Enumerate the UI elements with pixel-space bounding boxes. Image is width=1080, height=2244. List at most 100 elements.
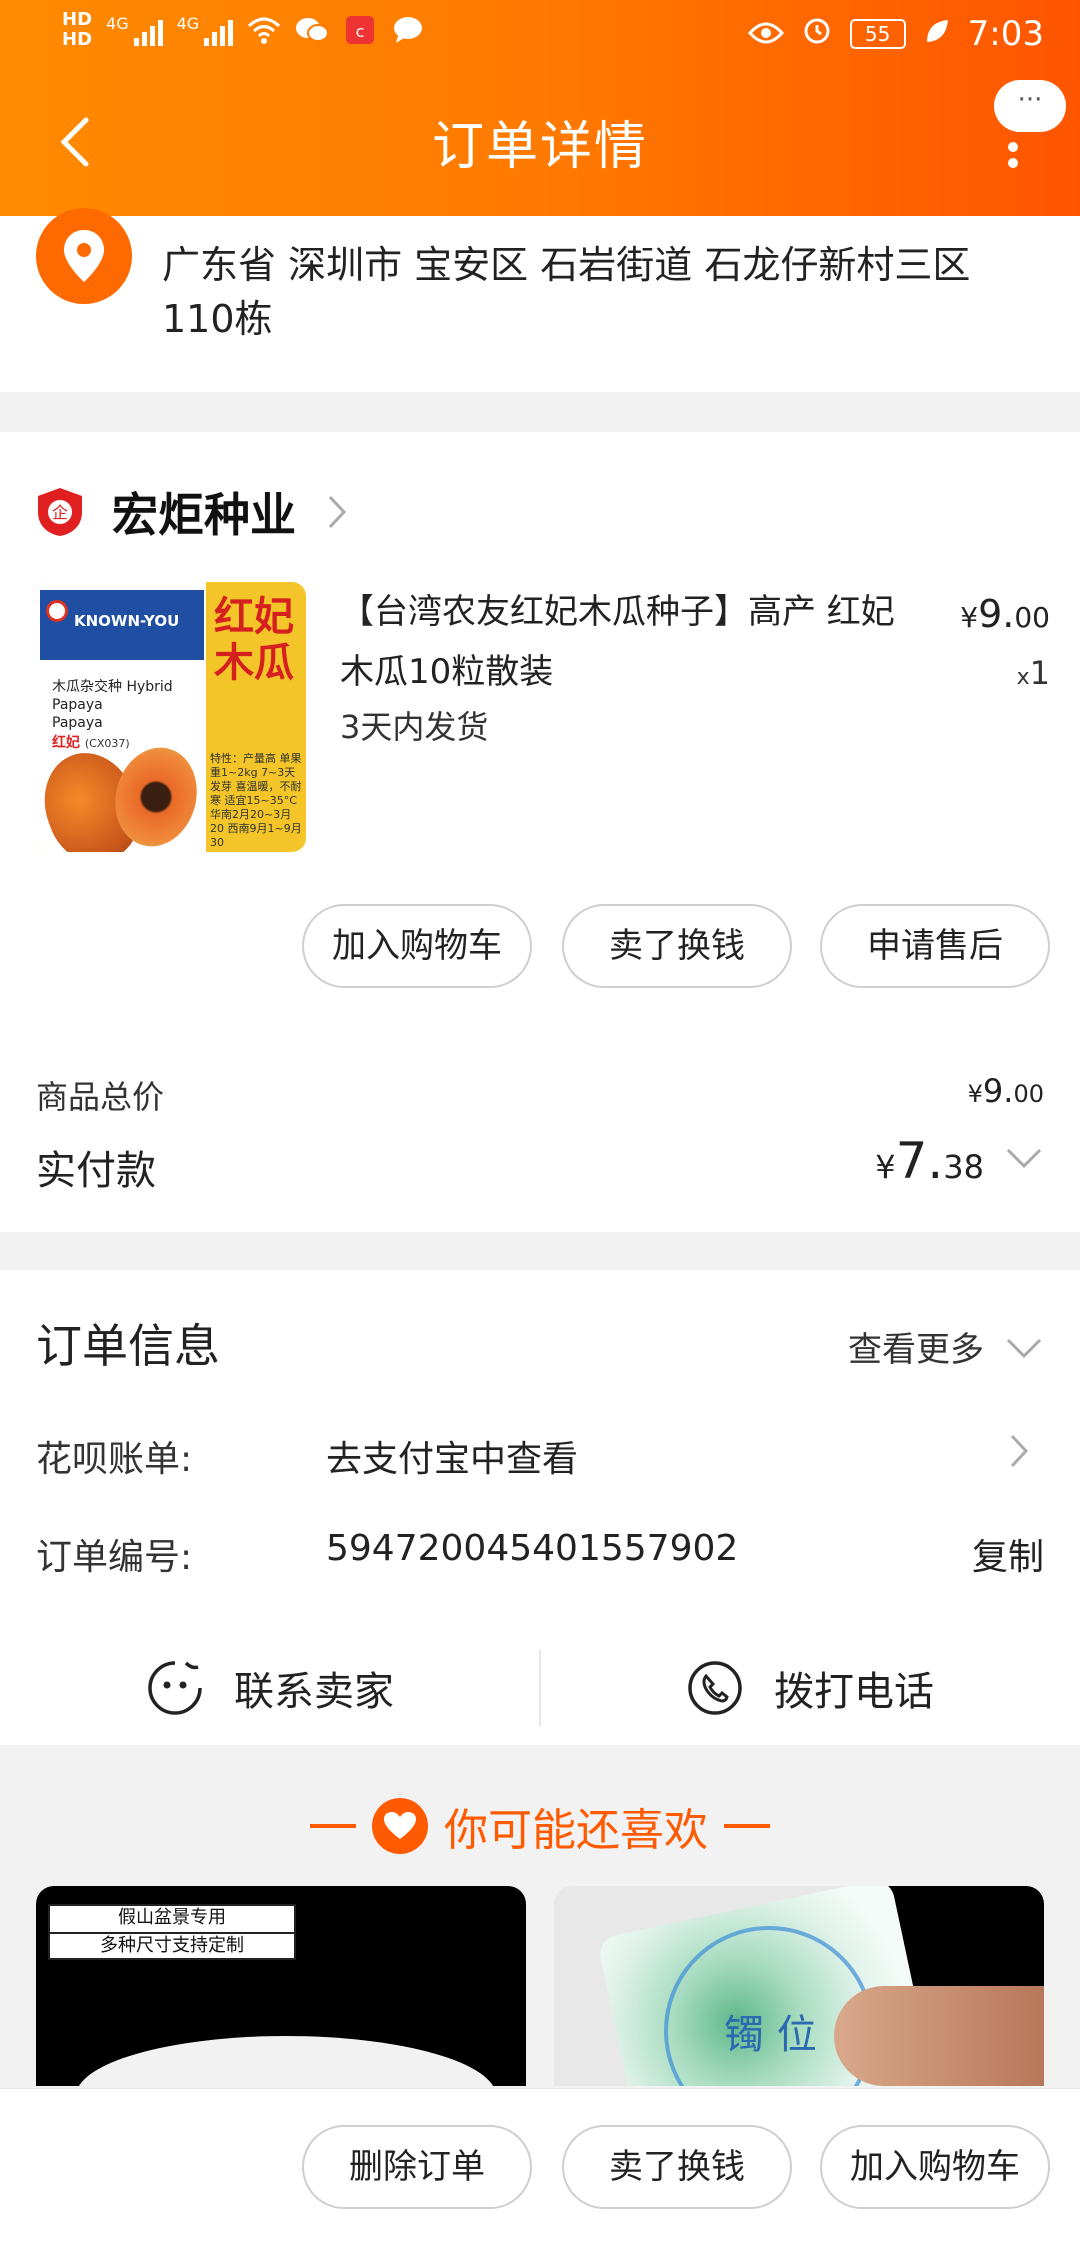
copy-button[interactable]: 复制 bbox=[972, 1528, 1044, 1580]
contact-bar: 联系卖家 拨打电话 bbox=[0, 1630, 1080, 1745]
clock-time: 7:03 bbox=[967, 14, 1044, 54]
bottom-action-bar: 删除订单 卖了换钱 加入购物车 bbox=[0, 2088, 1080, 2244]
product-image[interactable]: KNOWN-YOU 木瓜杂交种 Hybrid Papaya Papaya 红妃 … bbox=[36, 582, 306, 852]
product-title[interactable]: 【台湾农友红妃木瓜种子】高产 红妃木瓜10粒散装 bbox=[340, 582, 900, 702]
contact-seller-button[interactable]: 联系卖家 bbox=[0, 1630, 540, 1745]
goods-total-integer: 9. bbox=[982, 1072, 1014, 1110]
recommend-card[interactable]: 假山盆景专用 多种尺寸支持定制 bbox=[36, 1886, 526, 2086]
product-tag-2: 多种尺寸支持定制 bbox=[50, 1932, 294, 1958]
product-brand: KNOWN-YOU bbox=[74, 612, 180, 630]
add-to-cart-button[interactable]: 加入购物车 bbox=[302, 904, 532, 988]
nav-bar: 订单详情 ··· bbox=[0, 74, 1080, 216]
product-kind: 木瓜杂交种 Hybrid Papaya Papaya bbox=[52, 678, 206, 732]
decor-line-right bbox=[724, 1824, 770, 1828]
order-detail-page: HD HD 4G 4G c 55 7:03 订单详情 ··· 广东省 深圳市 宝… bbox=[0, 0, 1080, 2244]
goods-total-decimal: 00 bbox=[1013, 1080, 1044, 1108]
quantity-x: x bbox=[1016, 665, 1030, 690]
view-more-link[interactable]: 查看更多 bbox=[848, 1322, 984, 1371]
chevron-down-icon[interactable] bbox=[1004, 1336, 1044, 1362]
chevron-right-icon bbox=[328, 495, 347, 529]
address-text: 广东省 深圳市 宝安区 石岩街道 石龙仔新村三区 110栋 bbox=[162, 243, 971, 341]
hd2-label: HD bbox=[62, 29, 93, 50]
order-info-section: 订单信息 查看更多 花呗账单: 去支付宝中查看 订单编号: 5947200454… bbox=[0, 1270, 1080, 1745]
call-phone-label: 拨打电话 bbox=[774, 1668, 934, 1715]
more-menu-bubble[interactable]: ··· bbox=[994, 80, 1066, 132]
network1-label: 4G bbox=[106, 14, 129, 33]
price-decimal: 00 bbox=[1014, 601, 1050, 634]
chevron-right-icon[interactable] bbox=[1008, 1432, 1030, 1470]
message-icon bbox=[391, 15, 425, 45]
signal-icon: 4G bbox=[106, 14, 163, 46]
product-price: ¥9.00 bbox=[960, 592, 1050, 636]
order-info-title: 订单信息 bbox=[36, 1319, 220, 1373]
product-brand-banner: KNOWN-YOU bbox=[40, 590, 204, 660]
phone-icon bbox=[688, 1660, 742, 1715]
recommend-title: 你可能还喜欢 bbox=[444, 1805, 708, 1856]
wechat-icon bbox=[295, 15, 330, 45]
goods-total-currency: ¥ bbox=[967, 1080, 983, 1108]
product-features: 特性：产量高 单果重1~2kg 7~3天发芽 喜温暖，不耐寒 适宜15~35°C… bbox=[210, 752, 302, 849]
heart-icon bbox=[372, 1798, 428, 1854]
product-variety-name: 红妃 bbox=[52, 735, 80, 751]
product-tag-box: 假山盆景专用 多种尺寸支持定制 bbox=[48, 1904, 296, 1960]
huabei-label: 花呗账单: bbox=[36, 1439, 193, 1480]
shop-name: 宏炬种业 bbox=[112, 488, 296, 542]
product-quantity: x1 bbox=[1017, 654, 1050, 692]
call-phone-button[interactable]: 拨打电话 bbox=[540, 1630, 1080, 1745]
add-to-cart-button[interactable]: 加入购物车 bbox=[820, 2125, 1050, 2209]
price-integer: 9. bbox=[978, 592, 1015, 636]
product-name-en: Papaya bbox=[52, 715, 103, 731]
chat-face-icon bbox=[148, 1660, 202, 1715]
battery-level: 55 bbox=[864, 22, 891, 46]
goods-total-label: 商品总价 bbox=[36, 1078, 165, 1116]
paid-amount-value: ¥7.38 bbox=[875, 1132, 984, 1190]
price-currency: ¥ bbox=[960, 601, 979, 634]
header: HD HD 4G 4G c 55 7:03 订单详情 ··· bbox=[0, 0, 1080, 216]
after-sale-button[interactable]: 申请售后 bbox=[820, 904, 1050, 988]
address-section[interactable]: 广东省 深圳市 宝安区 石岩街道 石龙仔新村三区 110栋 bbox=[0, 208, 1080, 392]
status-bar: HD HD 4G 4G c 55 7:03 bbox=[0, 0, 1080, 74]
brand-logo-icon bbox=[46, 600, 68, 622]
contact-seller-label: 联系卖家 bbox=[234, 1668, 394, 1715]
paid-amount-label: 实付款 bbox=[36, 1148, 156, 1194]
alarm-icon bbox=[802, 14, 832, 54]
order-card: 企 宏炬种业 KNOWN-YOU 木瓜杂交种 Hybrid Papaya Pap… bbox=[0, 432, 1080, 1232]
paid-amount-currency: ¥ bbox=[875, 1148, 896, 1186]
chevron-down-icon[interactable] bbox=[1004, 1146, 1044, 1172]
goods-total-value: ¥9.00 bbox=[968, 1072, 1044, 1110]
status-left: HD HD 4G 4G c bbox=[62, 10, 425, 50]
app-notification-icon: c bbox=[343, 15, 377, 45]
bowl-image bbox=[76, 2036, 496, 2086]
delete-order-button[interactable]: 删除订单 bbox=[302, 2125, 532, 2209]
svg-text:c: c bbox=[356, 22, 365, 41]
hand-image bbox=[834, 1986, 1044, 2086]
location-pin-icon bbox=[36, 208, 132, 304]
recommend-header: 你可能还喜欢 bbox=[0, 1796, 1080, 1856]
product-image-panel: KNOWN-YOU 木瓜杂交种 Hybrid Papaya Papaya 红妃 … bbox=[36, 582, 208, 852]
sell-for-cash-button[interactable]: 卖了换钱 bbox=[562, 904, 792, 988]
wifi-icon bbox=[247, 15, 281, 45]
hd1-label: HD bbox=[62, 9, 93, 30]
sell-for-cash-button[interactable]: 卖了换钱 bbox=[562, 2125, 792, 2209]
shipping-info: 3天内发货 bbox=[340, 708, 489, 746]
eye-icon bbox=[747, 14, 784, 54]
page-title: 订单详情 bbox=[431, 117, 648, 177]
shop-link[interactable]: 企 宏炬种业 bbox=[36, 472, 348, 552]
signal2-icon: 4G bbox=[177, 14, 234, 46]
status-right: 55 7:03 bbox=[747, 14, 1044, 54]
more-menu-icon[interactable] bbox=[1008, 136, 1018, 196]
jade-text: 镯 位 bbox=[724, 2012, 817, 2058]
order-number-label: 订单编号: bbox=[36, 1537, 193, 1578]
battery-icon: 55 bbox=[849, 19, 906, 49]
product-cn-title: 红妃木瓜 bbox=[214, 594, 294, 686]
hd-indicator: HD HD bbox=[62, 10, 92, 50]
leaf-icon bbox=[924, 14, 950, 54]
huabei-value[interactable]: 去支付宝中查看 bbox=[326, 1430, 578, 1482]
product-variety: 红妃 (CX037) bbox=[52, 732, 130, 752]
recommend-card[interactable]: 镯 位 bbox=[554, 1886, 1044, 2086]
order-number-value: 594720045401557902 bbox=[326, 1528, 739, 1569]
product-kind-text: 木瓜杂交种 Hybrid Papaya bbox=[52, 679, 173, 713]
product-tag-1: 假山盆景专用 bbox=[118, 1907, 226, 1928]
svg-text:企: 企 bbox=[52, 503, 68, 522]
decor-line-left bbox=[310, 1824, 356, 1828]
